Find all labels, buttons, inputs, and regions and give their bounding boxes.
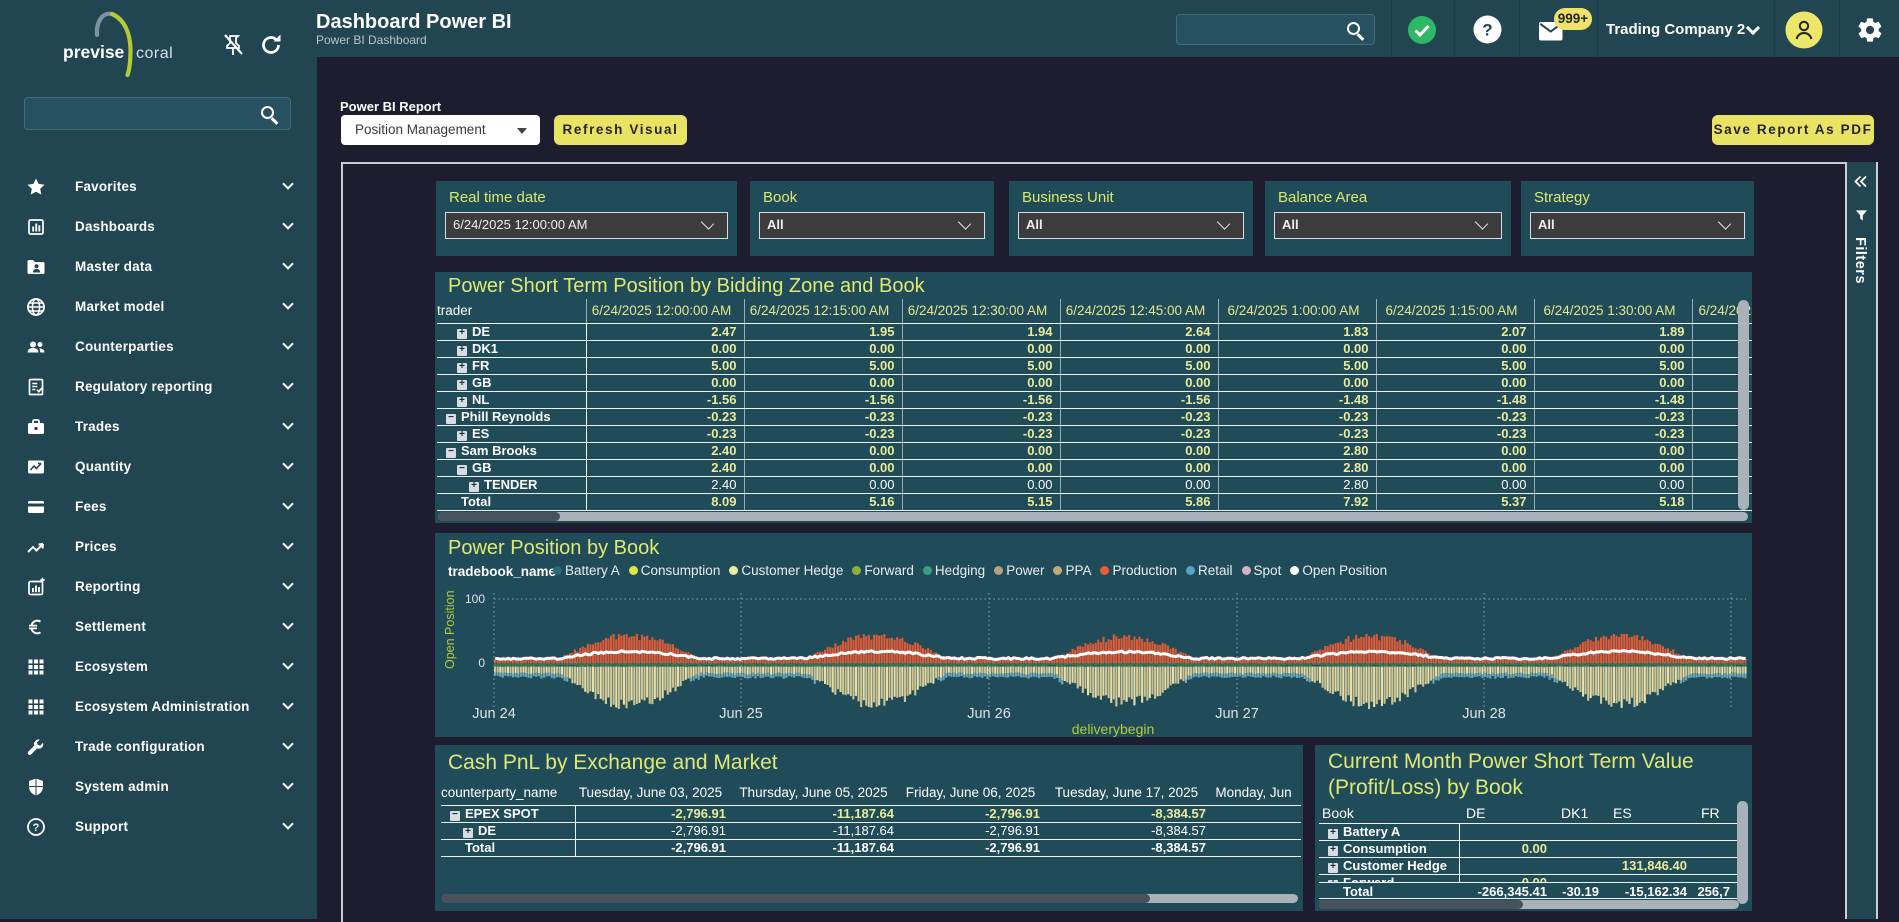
svg-text:?: ? (33, 822, 40, 834)
svg-text:Jun 25: Jun 25 (719, 706, 763, 722)
svg-text:Jun 27: Jun 27 (1215, 706, 1259, 722)
svg-text:Jun 26: Jun 26 (967, 706, 1011, 722)
svg-text:coral: coral (136, 45, 173, 62)
svg-text:Jun 28: Jun 28 (1462, 706, 1506, 722)
svg-text:deliverybegin: deliverybegin (1072, 721, 1155, 737)
svg-text:Jun 24: Jun 24 (472, 706, 516, 722)
svg-text:previse: previse (63, 42, 125, 62)
svg-text:?: ? (1482, 21, 1492, 40)
svg-text:0: 0 (478, 656, 485, 670)
svg-text:100: 100 (465, 592, 485, 606)
svg-text:Open Position: Open Position (443, 590, 457, 669)
